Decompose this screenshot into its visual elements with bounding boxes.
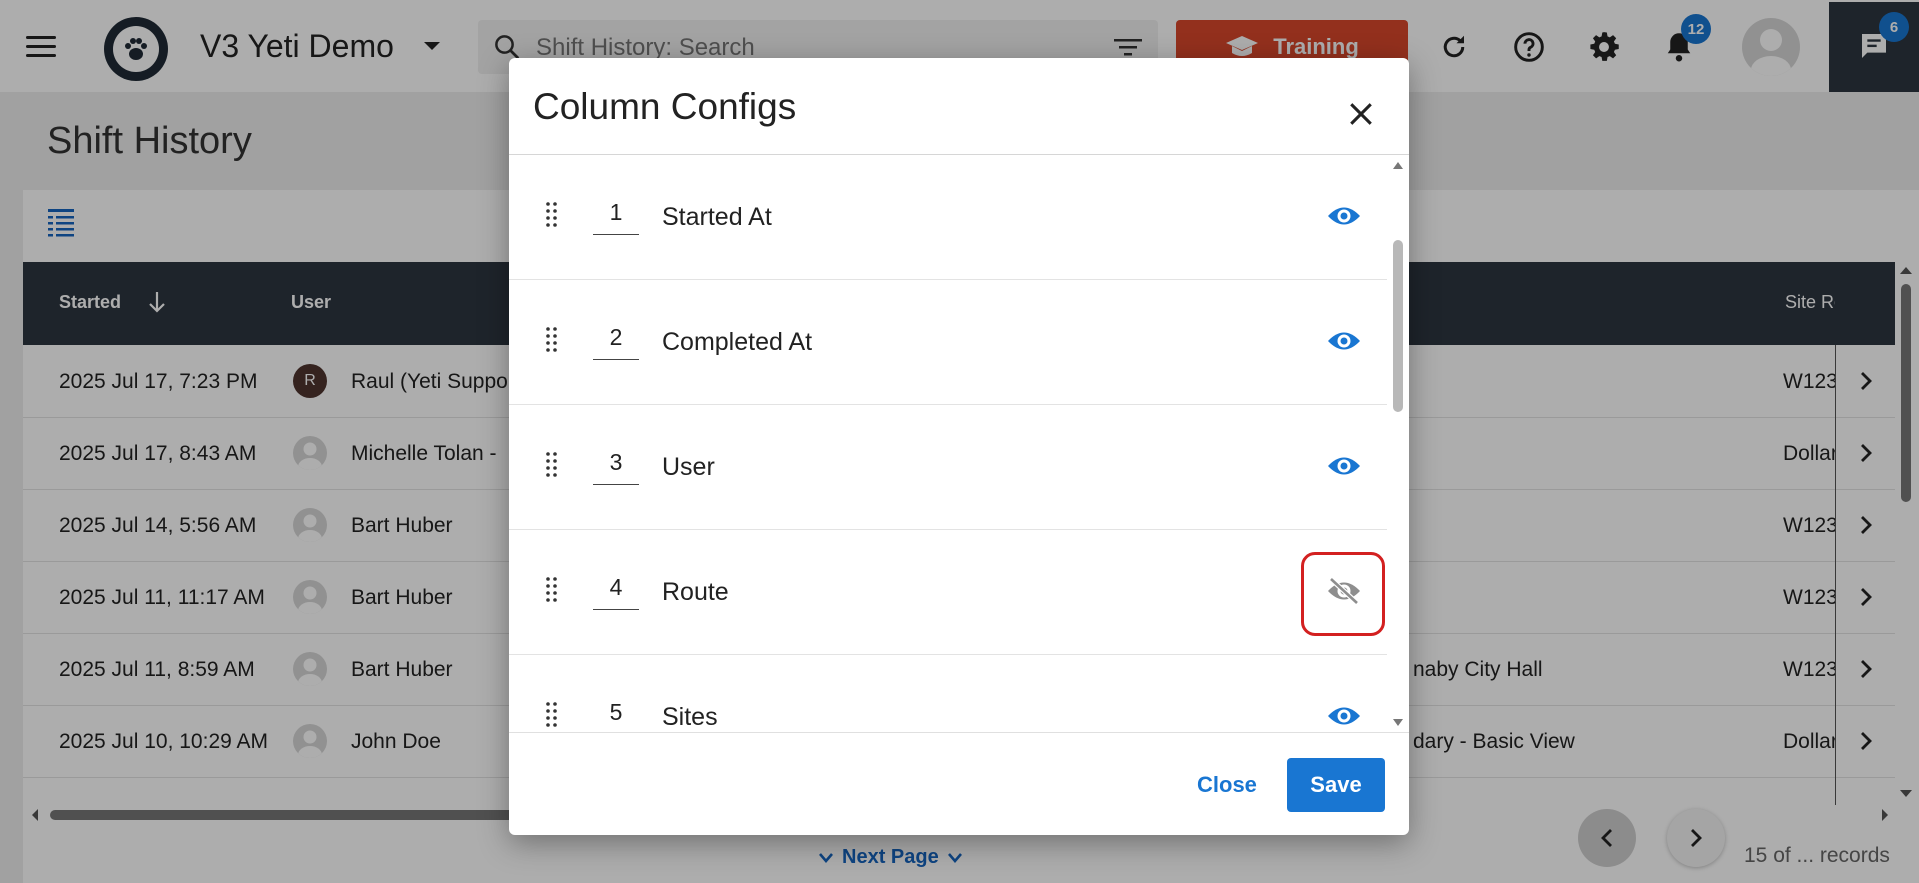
column-config-label: Route — [662, 578, 729, 606]
drag-handle-icon[interactable] — [545, 201, 558, 229]
column-config-item: 2 Completed At — [509, 280, 1387, 405]
eye-icon[interactable] — [1324, 199, 1364, 233]
column-config-item: 1 Started At — [509, 155, 1387, 280]
column-config-list: 1 Started At 2 Completed At 3 User 4 Route 5 Site… — [509, 155, 1387, 731]
column-config-label: Completed At — [662, 328, 813, 356]
close-icon[interactable] — [1339, 92, 1383, 136]
highlight-box — [1301, 552, 1385, 636]
dialog-footer-divider — [509, 732, 1409, 733]
column-order-input[interactable]: 5 — [593, 699, 639, 731]
column-order-input[interactable]: 3 — [593, 449, 639, 485]
drag-handle-icon[interactable] — [545, 451, 558, 479]
column-config-label: Sites — [662, 703, 718, 731]
column-configs-dialog: Column Configs 1 Started At 2 Completed At 3… — [509, 58, 1409, 835]
column-config-item: 4 Route — [509, 530, 1387, 655]
dialog-scrollbar[interactable] — [1389, 158, 1407, 730]
eye-icon[interactable] — [1324, 699, 1364, 731]
close-button[interactable]: Close — [1197, 772, 1257, 798]
column-order-input[interactable]: 4 — [593, 574, 639, 610]
eye-icon[interactable] — [1324, 449, 1364, 483]
column-config-label: User — [662, 453, 715, 481]
eye-icon[interactable] — [1324, 324, 1364, 358]
column-order-input[interactable]: 2 — [593, 324, 639, 360]
column-order-input[interactable]: 1 — [593, 199, 639, 235]
drag-handle-icon[interactable] — [545, 576, 558, 604]
column-config-item: 5 Sites — [509, 655, 1387, 731]
dialog-title: Column Configs — [533, 86, 797, 127]
column-config-item: 3 User — [509, 405, 1387, 530]
drag-handle-icon[interactable] — [545, 701, 558, 729]
drag-handle-icon[interactable] — [545, 326, 558, 354]
column-config-label: Started At — [662, 203, 772, 231]
save-button[interactable]: Save — [1287, 758, 1385, 812]
